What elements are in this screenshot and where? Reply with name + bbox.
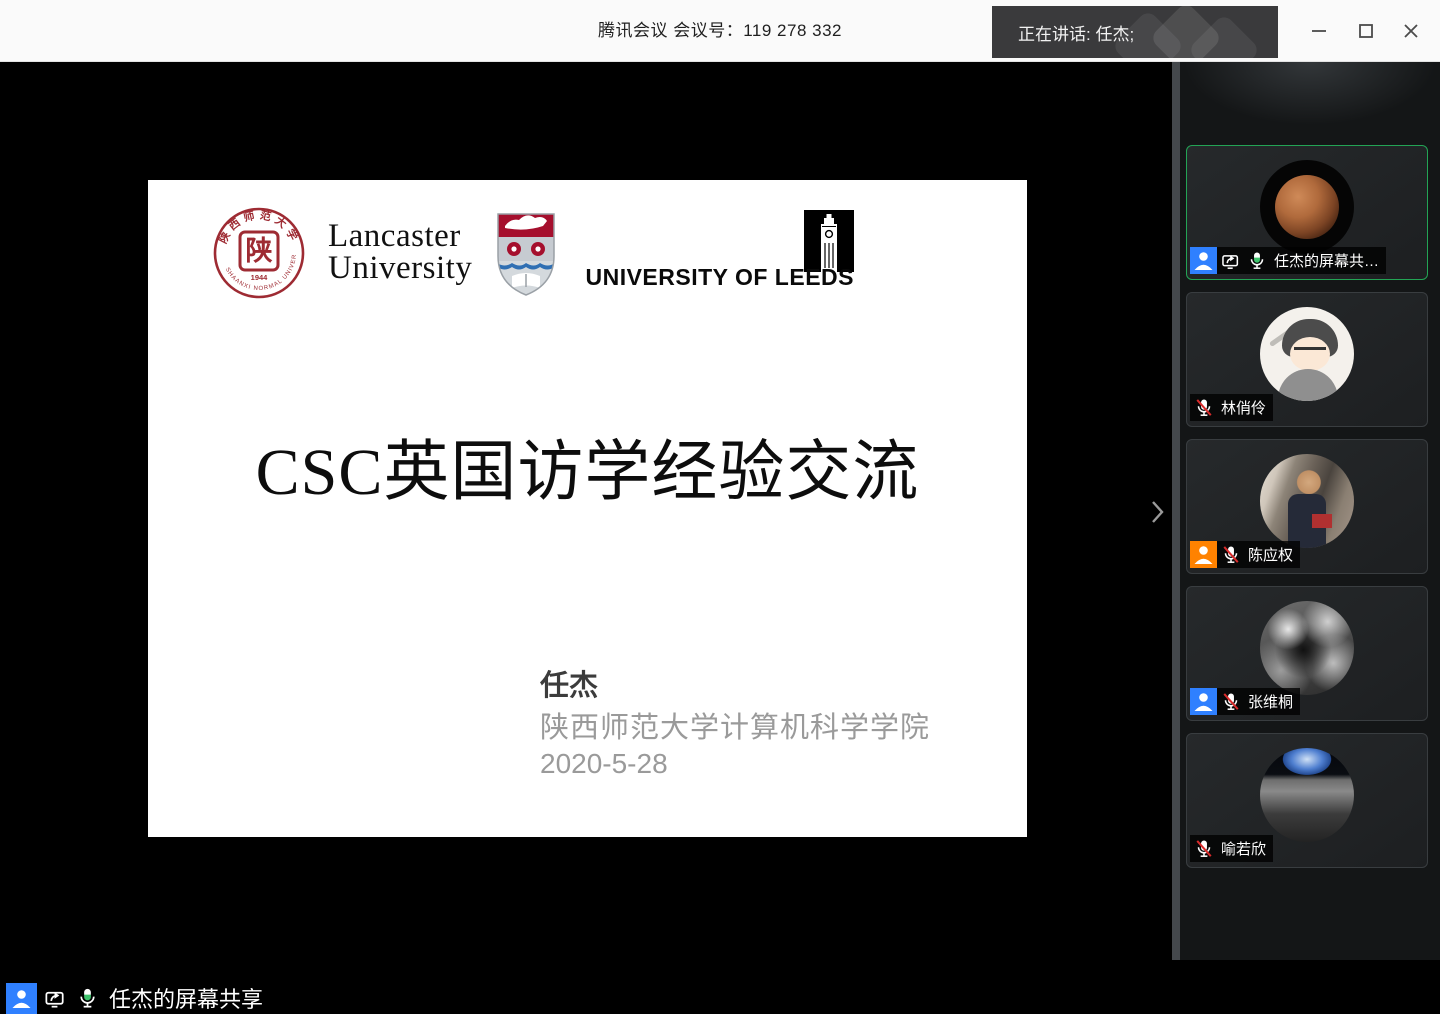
close-button[interactable]	[1388, 0, 1434, 62]
maximize-button[interactable]	[1343, 0, 1389, 62]
mic-muted-icon	[1219, 543, 1243, 567]
participant-name: 张维桐	[1245, 691, 1293, 712]
participant-name: 喻若欣	[1218, 838, 1266, 859]
participant-labelbar: 林俏伶	[1190, 394, 1273, 421]
screen-share-icon	[1219, 249, 1243, 273]
presenter-name: 任杰	[540, 662, 598, 704]
presentation-slide: 陕西师范大学 SHAANXI NORMAL UNIVERSITY 陕 1944 …	[148, 180, 1027, 837]
sidebar-expand-chevron[interactable]	[1142, 492, 1172, 532]
participant-name: 任杰的屏幕共…	[1271, 250, 1379, 271]
speaking-label: 正在讲话: 任杰;	[992, 20, 1134, 45]
screen-share-banner: 任杰的屏幕共享	[6, 982, 263, 1014]
leeds-tower-logo	[804, 210, 854, 272]
host-badge-icon	[6, 983, 37, 1014]
participant-labelbar: 任杰的屏幕共…	[1190, 247, 1386, 274]
university-of-leeds-logo-text: UNIVERSITY OF LEEDS	[548, 264, 854, 291]
share-banner-label: 任杰的屏幕共享	[105, 982, 263, 1014]
avatar	[1260, 307, 1354, 401]
maximize-icon	[1356, 21, 1376, 41]
mic-muted-icon	[1192, 837, 1216, 861]
mic-muted-icon	[1219, 690, 1243, 714]
participants-sidebar: 任杰的屏幕共… 林俏伶	[1180, 62, 1440, 960]
participant-name: 陈应权	[1245, 544, 1293, 565]
screen-share-icon	[41, 984, 69, 1012]
minimize-button[interactable]	[1296, 0, 1342, 62]
minimize-icon	[1309, 21, 1329, 41]
mic-on-icon	[1245, 249, 1269, 273]
participant-name: 林俏伶	[1218, 397, 1266, 418]
sidebar-gradient	[1180, 62, 1440, 148]
avatar	[1260, 160, 1354, 254]
host-badge-icon	[1190, 688, 1217, 715]
avatar	[1260, 454, 1354, 548]
avatar	[1260, 748, 1354, 842]
host-badge-icon	[1190, 541, 1217, 568]
participant-labelbar: 张维桐	[1190, 688, 1300, 715]
mic-on-icon	[73, 984, 101, 1012]
participant-tile-chenyingquan[interactable]: 陈应权	[1186, 439, 1428, 574]
host-badge-icon	[1190, 247, 1217, 274]
slide-date: 2020-5-28	[540, 748, 668, 780]
window-titlebar: 腾讯会议 会议号：119 278 332 正在讲话: 任杰;	[0, 0, 1440, 62]
svg-text:陕: 陕	[246, 236, 273, 266]
panel-divider-handle[interactable]	[1172, 62, 1180, 960]
participant-tile-renjie-share[interactable]: 任杰的屏幕共…	[1186, 145, 1428, 280]
participant-tile-zhangweitong[interactable]: 张维桐	[1186, 586, 1428, 721]
participant-tiles: 任杰的屏幕共… 林俏伶	[1186, 145, 1432, 868]
person-icon	[8, 985, 35, 1012]
participant-tile-yuruoxin[interactable]: 喻若欣	[1186, 733, 1428, 868]
close-icon	[1401, 21, 1421, 41]
slide-title: CSC英国访学经验交流	[148, 418, 1027, 514]
shaanxi-normal-university-logo: 陕西师范大学 SHAANXI NORMAL UNIVERSITY 陕 1944	[212, 206, 306, 300]
participant-labelbar: 陈应权	[1190, 541, 1300, 568]
shared-screen-area: 陕西师范大学 SHAANXI NORMAL UNIVERSITY 陕 1944 …	[0, 62, 1172, 960]
svg-text:1944: 1944	[251, 273, 269, 282]
avatar	[1260, 601, 1354, 695]
speaking-indicator: 正在讲话: 任杰;	[992, 6, 1278, 58]
mic-muted-icon	[1192, 396, 1216, 420]
chevron-right-icon	[1148, 498, 1166, 526]
presenter-affiliation: 陕西师范大学计算机科学学院	[540, 704, 930, 746]
lancaster-university-logo-text: Lancaster University	[328, 220, 472, 284]
participant-tile-linqiaoling[interactable]: 林俏伶	[1186, 292, 1428, 427]
participant-labelbar: 喻若欣	[1190, 835, 1273, 862]
